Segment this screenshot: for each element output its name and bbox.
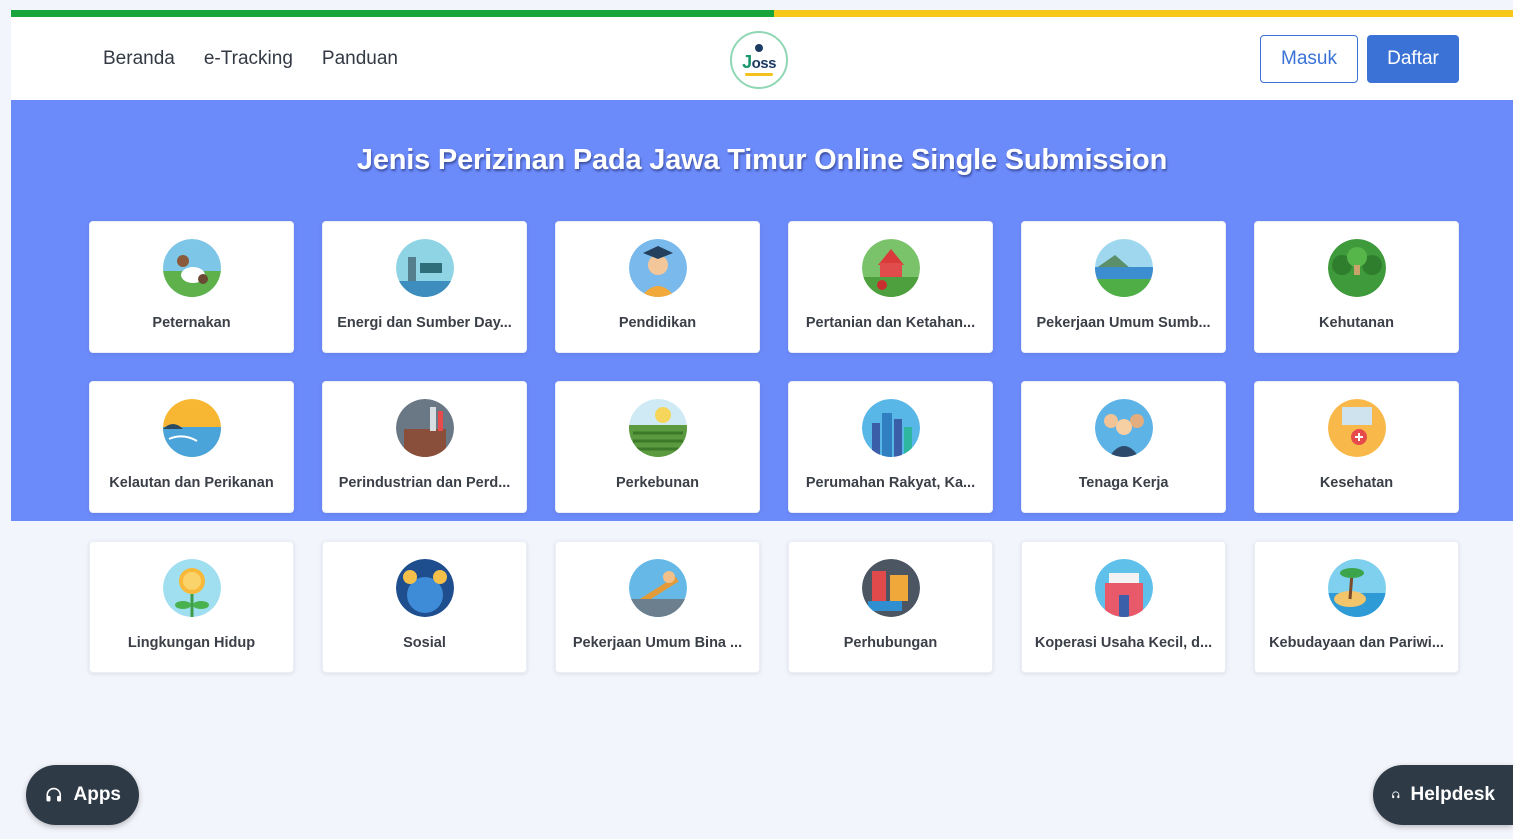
river-icon	[1094, 239, 1153, 297]
category-card-peternakan[interactable]: Peternakan	[89, 221, 294, 353]
nav-link-panduan[interactable]: Panduan	[322, 48, 398, 70]
health-folder-icon	[1327, 399, 1386, 457]
category-card-sosial[interactable]: Sosial	[322, 541, 527, 673]
logo-underline	[745, 73, 773, 76]
logo-dot	[755, 44, 763, 52]
coin-plant-icon	[162, 559, 221, 617]
category-card-energi[interactable]: Energi dan Sumber Day...	[322, 221, 527, 353]
category-label: Koperasi Usaha Kecil, d...	[1034, 635, 1213, 651]
category-label: Peternakan	[152, 315, 231, 331]
energy-icon	[395, 239, 454, 297]
category-label: Tenaga Kerja	[1078, 475, 1169, 491]
nav-link-beranda[interactable]: Beranda	[103, 48, 175, 70]
category-label: Kelautan dan Perikanan	[109, 475, 274, 491]
category-label: Pekerjaan Umum Bina ...	[572, 635, 743, 651]
category-label: Lingkungan Hidup	[127, 635, 256, 651]
joss-logo[interactable]: Joss	[730, 31, 788, 89]
helpdesk-label: Helpdesk	[1410, 784, 1495, 805]
category-label: Perkebunan	[616, 475, 699, 491]
login-button[interactable]: Masuk	[1260, 35, 1358, 83]
globe-people-icon	[395, 559, 454, 617]
apps-label: Apps	[73, 784, 122, 805]
headset-icon	[1392, 791, 1400, 799]
farm-icon	[861, 239, 920, 297]
sea-icon	[162, 399, 221, 457]
category-label: Kesehatan	[1319, 475, 1394, 491]
category-card-kebudayaan[interactable]: Kebudayaan dan Pariwi...	[1254, 541, 1459, 673]
category-card-perumahan[interactable]: Perumahan Rakyat, Ka...	[788, 381, 993, 513]
plantation-icon	[628, 399, 687, 457]
island-icon	[1327, 559, 1386, 617]
category-card-tenaga-kerja[interactable]: Tenaga Kerja	[1021, 381, 1226, 513]
category-card-perkebunan[interactable]: Perkebunan	[555, 381, 760, 513]
category-label: Perumahan Rakyat, Ka...	[805, 475, 976, 491]
register-button[interactable]: Daftar	[1367, 35, 1459, 83]
category-card-kehutanan[interactable]: Kehutanan	[1254, 221, 1459, 353]
nav-link-e-tracking[interactable]: e-Tracking	[204, 48, 293, 70]
graduate-icon	[628, 239, 687, 297]
category-card-kesehatan[interactable]: Kesehatan	[1254, 381, 1459, 513]
top-color-stripe	[11, 10, 1513, 17]
apps-button[interactable]: Apps	[26, 765, 139, 825]
city-icon	[861, 399, 920, 457]
nav-links: Beranda e-Tracking Panduan	[103, 17, 398, 100]
logo-text: Joss	[742, 52, 776, 72]
category-label: Energi dan Sumber Day...	[337, 315, 512, 331]
category-label: Perhubungan	[843, 635, 938, 651]
category-label: Pekerjaan Umum Sumb...	[1036, 315, 1211, 331]
category-label: Pendidikan	[618, 315, 697, 331]
helpdesk-button[interactable]: Helpdesk	[1373, 765, 1513, 825]
category-card-koperasi[interactable]: Koperasi Usaha Kecil, d...	[1021, 541, 1226, 673]
category-label: Sosial	[403, 635, 446, 651]
shop-icon	[1094, 559, 1153, 617]
permit-category-grid: Peternakan Energi dan Sumber Day... Pend…	[89, 221, 1459, 673]
category-label: Kebudayaan dan Pariwi...	[1269, 635, 1444, 651]
category-card-pekerjaan-umum-sumber[interactable]: Pekerjaan Umum Sumb...	[1021, 221, 1226, 353]
forest-icon	[1327, 239, 1386, 297]
category-label: Perindustrian dan Perd...	[338, 475, 511, 491]
category-card-pekerjaan-umum-bina[interactable]: Pekerjaan Umum Bina ...	[555, 541, 760, 673]
category-card-lingkungan-hidup[interactable]: Lingkungan Hidup	[89, 541, 294, 673]
headset-icon	[46, 787, 62, 802]
category-label: Pertanian dan Ketahan...	[805, 315, 976, 331]
category-card-kelautan[interactable]: Kelautan dan Perikanan	[89, 381, 294, 513]
stripe-green	[11, 10, 774, 17]
page-title: Jenis Perizinan Pada Jawa Timur Online S…	[356, 144, 1168, 176]
construction-icon	[628, 559, 687, 617]
category-card-perindustrian[interactable]: Perindustrian dan Perd...	[322, 381, 527, 513]
category-card-pertanian[interactable]: Pertanian dan Ketahan...	[788, 221, 993, 353]
stripe-yellow	[774, 10, 1513, 17]
livestock-icon	[162, 239, 221, 297]
workers-icon	[1094, 399, 1153, 457]
transport-icon	[861, 559, 920, 617]
factory-icon	[395, 399, 454, 457]
category-card-pendidikan[interactable]: Pendidikan	[555, 221, 760, 353]
navbar: Beranda e-Tracking Panduan Joss Masuk Da…	[11, 17, 1513, 100]
category-label: Kehutanan	[1319, 315, 1394, 331]
category-card-perhubungan[interactable]: Perhubungan	[788, 541, 993, 673]
